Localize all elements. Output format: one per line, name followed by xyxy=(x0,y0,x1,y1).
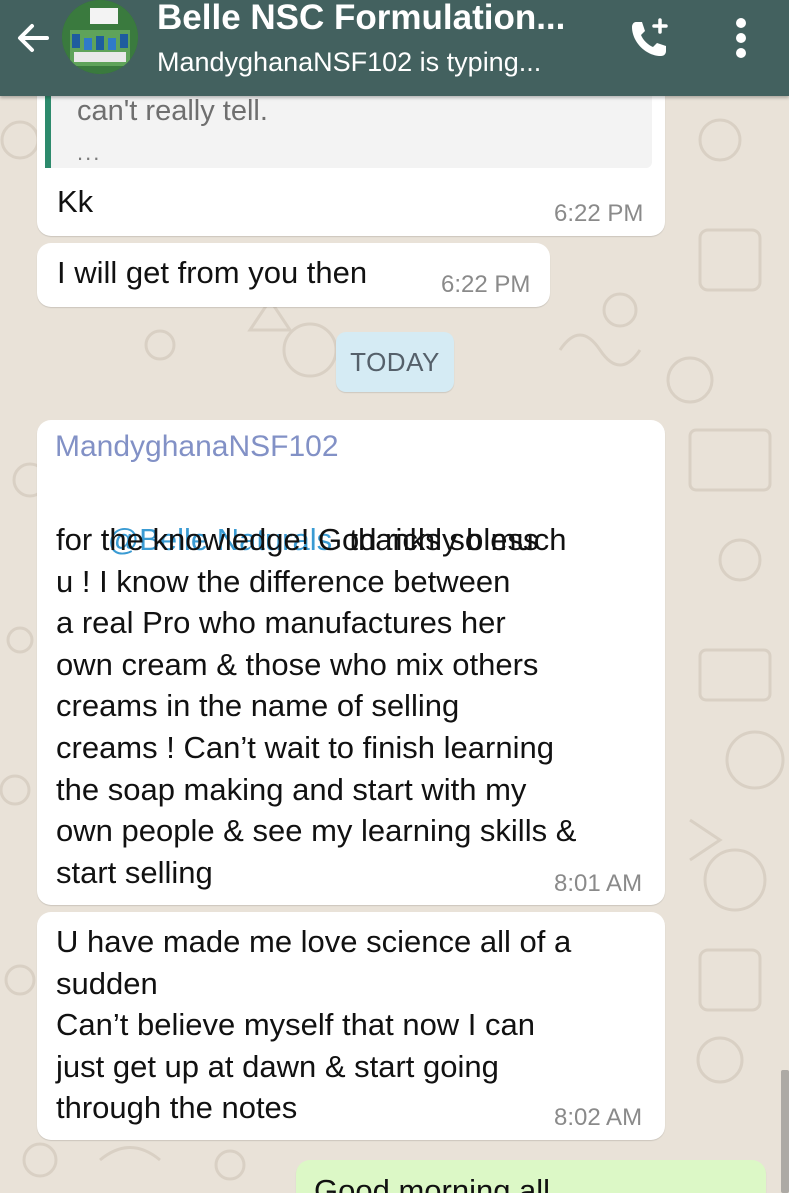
message-text: U have made me love science all of a sud… xyxy=(56,924,572,1126)
message-time: 8:01 AM xyxy=(554,870,643,897)
message-time: 8:02 AM xyxy=(554,1104,643,1131)
arrow-left-icon xyxy=(18,24,49,52)
date-divider: TODAY xyxy=(336,332,454,392)
message-bubble-incoming[interactable]: I will get from you then 6:22 PM xyxy=(37,243,550,307)
chat-screen: Belle NSC Formulation... MandyghanaNSF10… xyxy=(0,0,789,1193)
quoted-more: ... xyxy=(77,140,102,165)
avatar-image xyxy=(62,0,138,74)
quoted-text: can't really tell. xyxy=(77,95,268,127)
sender-name[interactable]: MandyghanaNSF102 xyxy=(55,430,339,464)
more-vertical-icon xyxy=(736,18,746,58)
message-text: for the knowledge! God richly bless u ! … xyxy=(56,522,577,890)
chat-header: Belle NSC Formulation... MandyghanaNSF10… xyxy=(0,0,789,96)
group-avatar[interactable] xyxy=(62,0,138,74)
message-time: 6:22 PM xyxy=(554,200,644,227)
add-call-icon xyxy=(632,18,668,56)
chat-title[interactable]: Belle NSC Formulation... xyxy=(157,0,597,40)
message-text: Kk xyxy=(57,184,94,219)
message-bubble-incoming[interactable]: MandyghanaNSF102 @Belle Naturals thanks … xyxy=(37,420,665,905)
message-text: I will get from you then xyxy=(57,255,368,290)
message-bubble-incoming[interactable]: U have made me love science all of a sud… xyxy=(37,912,665,1140)
message-text: Good morning all xyxy=(314,1173,551,1193)
more-options-button[interactable] xyxy=(716,10,766,66)
message-bubble-outgoing[interactable]: Good morning all xyxy=(296,1160,766,1193)
quoted-message[interactable]: can't really tell. ... xyxy=(45,92,652,168)
add-call-button[interactable] xyxy=(620,10,680,66)
scrollbar-thumb[interactable] xyxy=(781,1070,789,1193)
typing-status: MandyghanaNSF102 is typing... xyxy=(157,47,542,77)
back-button[interactable] xyxy=(8,10,58,66)
message-time: 6:22 PM xyxy=(441,271,531,298)
